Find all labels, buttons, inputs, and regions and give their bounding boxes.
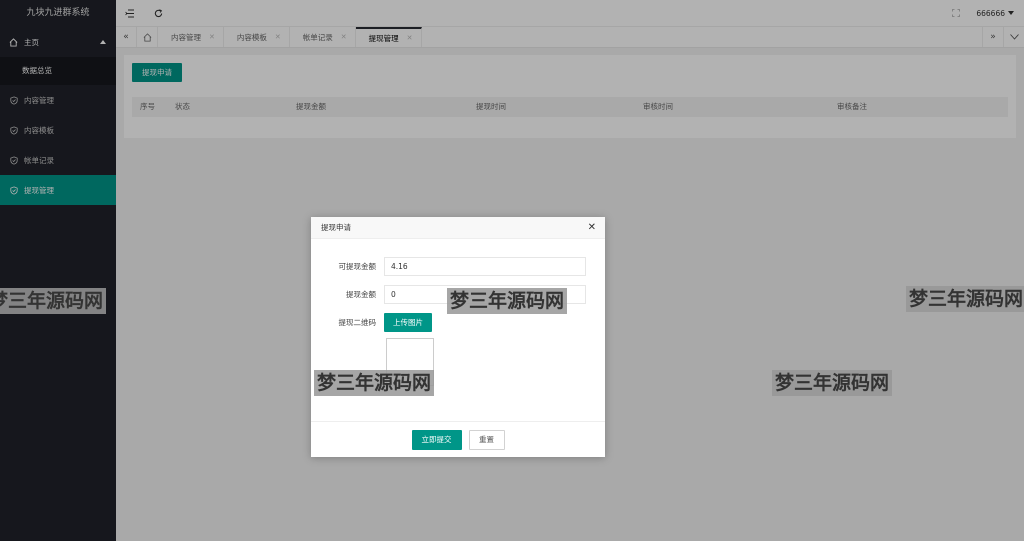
watermark: 梦三年源码网 xyxy=(772,370,893,396)
submit-button[interactable]: 立即提交 xyxy=(411,429,462,450)
dialog-title-bar: 提现申请 ✕ xyxy=(311,217,605,239)
available-amount-row: 可提现金额 4.16 xyxy=(319,257,586,276)
qrcode-label: 提现二维码 xyxy=(338,318,377,327)
watermark: 梦三年源码网 xyxy=(447,288,568,314)
available-amount-label: 可提现金额 xyxy=(338,262,377,271)
upload-image-button[interactable]: 上传图片 xyxy=(384,313,432,332)
withdraw-dialog: 提现申请 ✕ 可提现金额 4.16 提现金额 0 提现二维码 上传图片 立即提交… xyxy=(311,217,605,457)
dialog-footer: 立即提交 重置 xyxy=(311,421,605,457)
reset-button[interactable]: 重置 xyxy=(468,429,505,450)
dialog-title: 提现申请 xyxy=(321,223,351,232)
available-amount-field[interactable]: 4.16 xyxy=(384,257,586,276)
close-icon[interactable]: ✕ xyxy=(588,217,596,239)
watermark: 梦三年源码网 xyxy=(314,370,435,396)
qrcode-row: 提现二维码 上传图片 xyxy=(319,313,432,332)
watermark: 梦三年源码网 xyxy=(0,288,107,314)
withdraw-amount-label: 提现金额 xyxy=(346,290,376,299)
watermark: 梦三年源码网 xyxy=(906,286,1024,312)
